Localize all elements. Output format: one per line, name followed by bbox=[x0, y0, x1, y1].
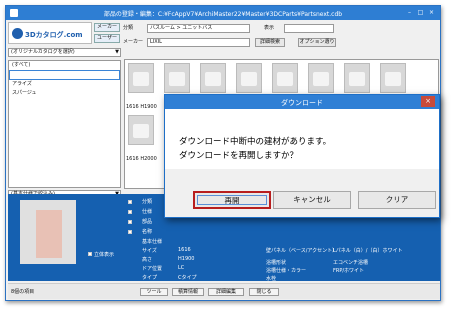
dialog-message-line1: ダウンロード中断中の建材があります。 bbox=[179, 137, 332, 147]
close-button[interactable]: × bbox=[427, 8, 436, 17]
detail-label: 仕様 bbox=[142, 209, 153, 215]
preview-image bbox=[20, 200, 76, 264]
spec-value: エコベンチ浴槽 bbox=[333, 260, 369, 266]
maker-select-value: LIXIL bbox=[150, 39, 162, 45]
part-thumbnail[interactable] bbox=[236, 63, 262, 93]
dialog-title: ダウンロード bbox=[281, 99, 323, 107]
status-bar: 8個の項目 ツール 積算情報 詳細編集 閉じる bbox=[8, 283, 440, 299]
logo-mark-icon bbox=[12, 28, 23, 39]
title-bar: 部品の登録・編集：C:¥FcAppV7¥ArchiMaster22¥Master… bbox=[6, 6, 440, 20]
spec-label: 浴槽形状 bbox=[266, 260, 287, 266]
bullet-icon bbox=[128, 200, 132, 204]
clear-button[interactable]: クリア bbox=[358, 191, 436, 209]
window-title: 部品の登録・編集：C:¥FcAppV7¥ArchiMaster22¥Master… bbox=[103, 11, 343, 18]
detail-label: タイプ bbox=[142, 275, 158, 281]
part-thumbnail[interactable] bbox=[272, 63, 298, 93]
part-thumbnail[interactable] bbox=[128, 115, 154, 145]
maker-select[interactable]: LIXIL bbox=[147, 38, 250, 47]
part-thumbnail[interactable] bbox=[128, 63, 154, 93]
dialog-close-button[interactable]: × bbox=[421, 96, 435, 107]
part-thumbnail[interactable] bbox=[344, 63, 370, 93]
bullet-icon bbox=[128, 210, 132, 214]
detail-value: 1616 bbox=[178, 247, 191, 253]
display-label: 表示 bbox=[264, 25, 275, 31]
maximize-button[interactable]: □ bbox=[416, 8, 425, 17]
part-caption: 1616 H2000 bbox=[126, 156, 157, 162]
bullet-icon bbox=[128, 230, 132, 234]
tool-button[interactable]: ツール bbox=[140, 288, 168, 296]
detail-label: 分類 bbox=[142, 199, 153, 205]
maker-label: メーカー bbox=[123, 39, 144, 45]
show3d-checkbox[interactable] bbox=[88, 252, 92, 256]
left-panel: 3Dカタログ.com メーカー ユーザー (オリジナルカタログを選択) ▼ (す… bbox=[8, 22, 121, 199]
detail-label: 名称 bbox=[142, 229, 153, 235]
catalog-logo[interactable]: 3Dカタログ.com bbox=[8, 22, 92, 44]
list-item[interactable]: スパージュ bbox=[9, 89, 120, 98]
download-dialog: ダウンロード × ダウンロード中断中の建材があります。 ダウンロードを再開します… bbox=[164, 94, 440, 218]
list-item[interactable]: (すべて) bbox=[9, 61, 120, 70]
reopen-button[interactable]: 再開 bbox=[193, 191, 271, 209]
catalog-select[interactable]: (オリジナルカタログを選択) ▼ bbox=[8, 48, 121, 57]
list-item[interactable] bbox=[9, 70, 120, 80]
spec-label: 水栓 bbox=[266, 276, 277, 282]
catalog-select-value: (オリジナルカタログを選択) bbox=[11, 49, 75, 55]
detail-value: H1900 bbox=[178, 256, 195, 262]
detail-value: LC bbox=[178, 265, 185, 271]
dialog-message-line2: ダウンロードを再開しますか？ bbox=[179, 151, 299, 161]
list-item[interactable]: アライズ bbox=[9, 80, 120, 89]
detail-info-button[interactable]: 積算情報 bbox=[172, 288, 204, 296]
spec-value: Lパネル（白）/（白）ホワイト bbox=[333, 248, 403, 254]
detail-label: 高さ bbox=[142, 257, 153, 263]
part-thumbnail[interactable] bbox=[164, 63, 190, 93]
detail-label: 部品 bbox=[142, 219, 153, 225]
series-list[interactable]: (すべて) アライズ スパージュ bbox=[8, 60, 121, 188]
minimize-button[interactable]: – bbox=[405, 8, 414, 17]
part-thumbnail[interactable] bbox=[308, 63, 334, 93]
part-thumbnail[interactable] bbox=[200, 63, 226, 93]
reopen-label: 再開 bbox=[224, 196, 240, 205]
part-caption: 1616 H1900 bbox=[126, 104, 157, 110]
close-window-button[interactable]: 閉じる bbox=[249, 288, 279, 296]
detail-label: 基本仕様 bbox=[142, 239, 163, 245]
category-select-value: バスルーム > ユニットバス bbox=[150, 25, 213, 31]
chevron-down-icon: ▼ bbox=[115, 49, 119, 55]
spec-value: FRP/ホワイト bbox=[333, 268, 365, 274]
detail-label: ドア位置 bbox=[142, 266, 163, 272]
detail-value: Cタイプ bbox=[178, 275, 197, 281]
detail-edit-button[interactable]: 詳細編集 bbox=[208, 288, 244, 296]
cancel-label: キャンセル bbox=[293, 195, 331, 204]
spec-label: 浴槽仕様・カラー bbox=[266, 268, 307, 274]
part-thumbnail[interactable] bbox=[380, 63, 406, 93]
cancel-button[interactable]: キャンセル bbox=[273, 191, 351, 209]
display-select[interactable] bbox=[284, 24, 334, 33]
option-button[interactable]: オプション選り bbox=[298, 38, 336, 47]
spec-label: 壁パネル（ベース/アクセント） bbox=[266, 248, 338, 254]
bullet-icon bbox=[128, 220, 132, 224]
category-label: 分類 bbox=[123, 25, 134, 31]
logo-text: 3Dカタログ.com bbox=[25, 31, 83, 39]
maker-button[interactable]: メーカー bbox=[94, 23, 120, 32]
detail-label: サイズ bbox=[142, 248, 157, 254]
dialog-title-bar: ダウンロード × bbox=[165, 95, 439, 109]
show3d-label: 立体表示 bbox=[94, 252, 115, 258]
user-button[interactable]: ユーザー bbox=[94, 34, 120, 43]
category-select[interactable]: バスルーム > ユニットバス bbox=[147, 24, 250, 33]
dialog-message-area: ダウンロード中断中の建材があります。 ダウンロードを再開しますか？ bbox=[165, 109, 439, 169]
item-count: 8個の項目 bbox=[11, 289, 35, 295]
detail-search-button[interactable]: 詳細検索 bbox=[255, 38, 285, 47]
clear-label: クリア bbox=[385, 195, 409, 204]
